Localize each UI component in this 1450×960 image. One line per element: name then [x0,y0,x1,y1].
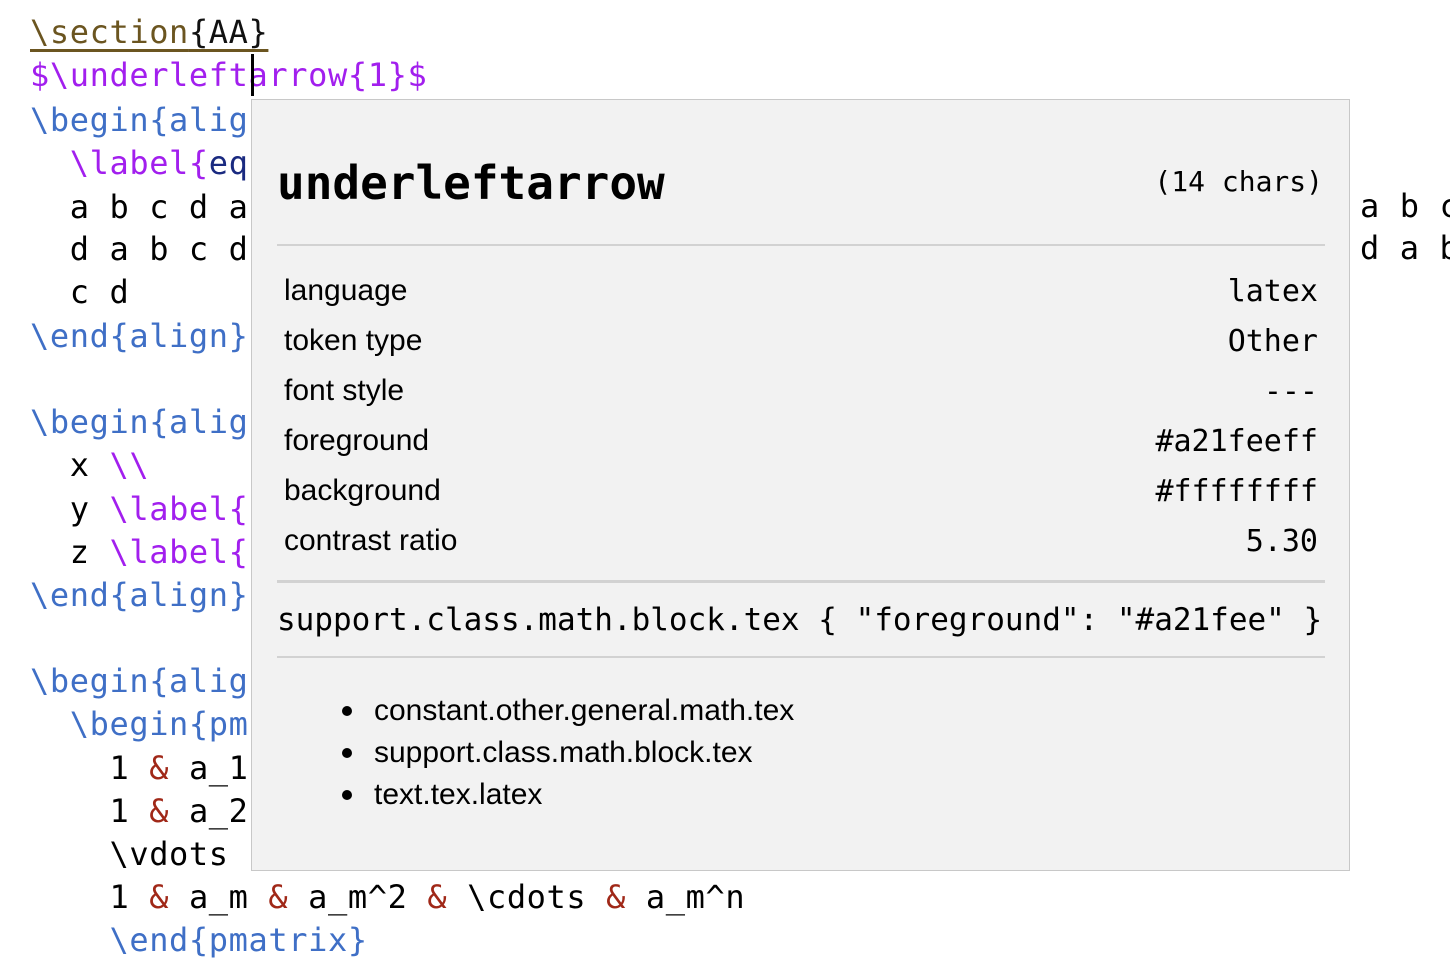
code-token: \begin{alig [30,662,249,700]
overflow-text-2: d a b [1360,229,1450,267]
code-token: \vdots [30,835,229,873]
code-line[interactable]: \begin{pm [30,704,249,744]
divider [277,656,1325,658]
code-token: & [268,878,289,916]
code-token: \cdots [447,878,607,916]
code-line[interactable]: 1 & a_m & a_m^2 & \cdots & a_m^n [30,877,745,917]
theme-rule: support.class.math.block.tex { "foregrou… [277,602,1323,638]
property-row: contrast ratio 5.30 [284,516,1318,566]
scope-item: constant.other.general.math.tex [342,690,794,732]
code-line[interactable]: \end{align} [30,316,249,356]
code-line[interactable]: d a b c d [30,229,249,269]
property-key: font style [284,374,405,407]
code-token: {AA} [188,13,269,51]
property-row: token type Other [284,316,1318,366]
property-key: background [284,474,441,507]
bullet-icon [342,748,352,758]
code-token: a b c d a [30,188,249,226]
code-line[interactable]: \section{AA} [30,12,268,52]
code-line[interactable]: y \label{ [30,489,249,529]
code-token: a_m^2 [288,878,428,916]
code-token: \begin{pm [69,705,249,743]
property-row: foreground #a21feeff [284,416,1318,466]
scope-label: support.class.math.block.tex [374,736,753,769]
code-line[interactable]: \begin{alig [30,402,249,442]
code-token: & [427,878,448,916]
code-line[interactable]: x \\ [30,445,149,485]
code-token: \label{ [69,144,209,182]
property-key: foreground [284,424,430,457]
code-token: \end{align} [30,576,249,614]
scope-list: constant.other.general.math.tex support.… [342,690,794,816]
code-token: \end{align} [30,317,249,355]
property-value: #ffffffff [1155,473,1318,509]
bullet-icon [342,706,352,716]
property-value: latex [1227,273,1318,309]
scope-item: text.tex.latex [342,774,794,816]
code-token: \section [30,13,189,51]
token-properties: language latex token type Other font sty… [284,266,1318,566]
code-token: & [149,749,170,787]
code-token: 1 [30,792,150,830]
code-line[interactable]: \begin{alig [30,100,249,140]
token-inspector-tooltip: underleftarrow (14 chars) language latex… [251,99,1350,871]
property-value: 5.30 [1245,523,1318,559]
code-token: d a b c d [30,230,249,268]
code-line[interactable]: \begin{alig [30,661,249,701]
text-cursor [251,54,254,96]
code-token: eq [208,144,249,182]
code-token: a_m [169,878,269,916]
code-token: c d [30,273,130,311]
code-token: $\underleftarrow{1}$ [30,56,428,94]
code-token: \end{pmatrix} [30,921,368,959]
property-value: #a21feeff [1155,423,1318,459]
code-token: x [30,446,110,484]
code-line[interactable]: $\underleftarrow{1}$ [30,55,427,95]
code-line[interactable]: c d [30,272,129,312]
code-token: \\ [109,446,150,484]
code-token: \label{ [109,533,249,571]
property-key: language [284,274,408,307]
property-key: contrast ratio [284,524,458,557]
property-value: Other [1227,323,1318,359]
code-token: \label{ [109,490,249,528]
code-token: & [149,792,170,830]
scope-item: support.class.math.block.tex [342,732,794,774]
code-line[interactable]: \label{eq [30,143,249,183]
divider [277,580,1325,583]
code-line[interactable]: \end{pmatrix} [30,920,368,960]
code-token: a_2 [169,792,249,830]
code-token: y [30,490,110,528]
divider [277,244,1325,246]
code-token: \begin{alig [30,403,249,441]
code-token: z [30,533,110,571]
char-count: (14 chars) [1154,165,1323,198]
bullet-icon [342,790,352,800]
code-line[interactable]: 1 & a_2 [30,791,249,831]
code-line[interactable]: z \label{ [30,532,249,572]
code-token: 1 [30,878,150,916]
scope-label: text.tex.latex [374,778,543,811]
overflow-text-1: a b c [1360,187,1450,225]
code-line[interactable]: \end{align} [30,575,249,615]
code-token: & [606,878,627,916]
code-token: a_m^n [626,878,746,916]
code-line[interactable]: 1 & a_1 [30,748,249,788]
code-token: a_1 [169,749,249,787]
code-line[interactable]: a b c d a [30,187,249,227]
property-row: background #ffffffff [284,466,1318,516]
code-token: & [149,878,170,916]
property-value: --- [1263,373,1318,409]
property-row: language latex [284,266,1318,316]
code-token: \begin{alig [30,101,249,139]
property-key: token type [284,324,423,357]
code-token: 1 [30,749,150,787]
token-name: underleftarrow [277,156,665,210]
code-line[interactable]: \vdots [30,834,229,874]
property-row: font style --- [284,366,1318,416]
scope-label: constant.other.general.math.tex [374,694,795,727]
